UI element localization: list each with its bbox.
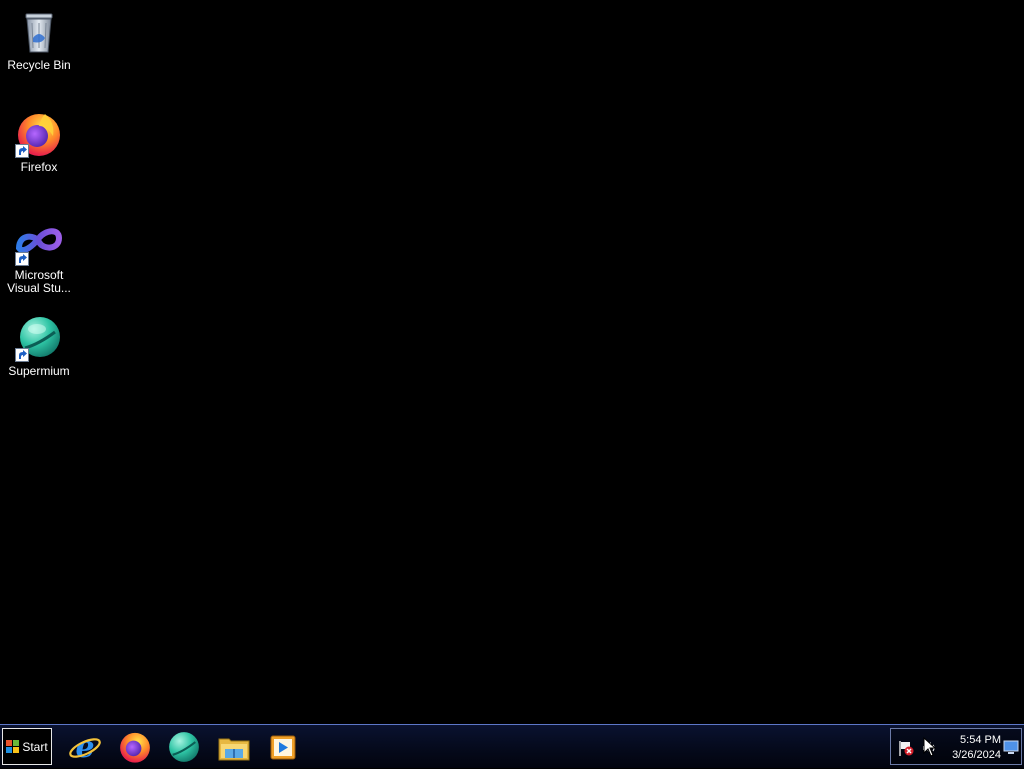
system-tray: 5:54 PM 3/26/2024	[890, 728, 1022, 765]
desktop[interactable]: Recycle Bin Firefox Microsoft Visual Stu…	[0, 0, 1024, 724]
internet-explorer-icon: e	[69, 730, 101, 765]
windows-logo-icon	[6, 740, 20, 753]
mouse-cursor-icon	[923, 737, 937, 757]
media-player-icon	[270, 735, 296, 760]
desktop-icon-visual-studio[interactable]: Microsoft Visual Stu...	[1, 218, 77, 295]
shortcut-arrow-icon	[15, 252, 29, 266]
supermium-icon	[169, 732, 199, 762]
show-desktop-icon[interactable]	[1003, 738, 1021, 756]
clock-time: 5:54 PM	[960, 734, 1001, 746]
firefox-icon	[15, 110, 63, 158]
firefox-icon	[120, 732, 150, 763]
taskbar-firefox[interactable]	[118, 730, 152, 764]
shortcut-arrow-icon	[15, 348, 29, 362]
taskbar-media-player[interactable]	[266, 730, 300, 764]
desktop-icon-label: Supermium	[8, 364, 70, 378]
recycle-bin-icon	[15, 8, 63, 56]
start-label: Start	[22, 739, 48, 754]
svg-text:e: e	[75, 730, 94, 764]
taskbar: Start e 5:54 PM 3/26/2024	[0, 724, 1024, 768]
desktop-icon-label: Microsoft Visual Stu...	[7, 268, 71, 295]
start-button[interactable]: Start	[2, 728, 52, 765]
desktop-icon-supermium[interactable]: Supermium	[1, 314, 77, 378]
desktop-icon-label: Recycle Bin	[7, 58, 71, 72]
taskbar-clock[interactable]: 5:54 PM 3/26/2024	[943, 733, 1001, 763]
desktop-icon-recycle-bin[interactable]: Recycle Bin	[1, 8, 77, 72]
desktop-icon-label: Firefox	[20, 160, 58, 174]
visual-studio-icon	[15, 218, 63, 266]
clock-date: 3/26/2024	[952, 749, 1001, 761]
taskbar-supermium[interactable]	[167, 730, 201, 764]
shortcut-arrow-icon	[15, 144, 29, 158]
taskbar-file-explorer[interactable]	[217, 730, 251, 764]
supermium-icon	[15, 314, 63, 362]
desktop-icon-firefox[interactable]: Firefox	[1, 110, 77, 174]
action-center-flag-icon[interactable]	[897, 739, 915, 757]
taskbar-internet-explorer[interactable]: e	[68, 730, 102, 765]
file-explorer-icon	[218, 738, 250, 761]
